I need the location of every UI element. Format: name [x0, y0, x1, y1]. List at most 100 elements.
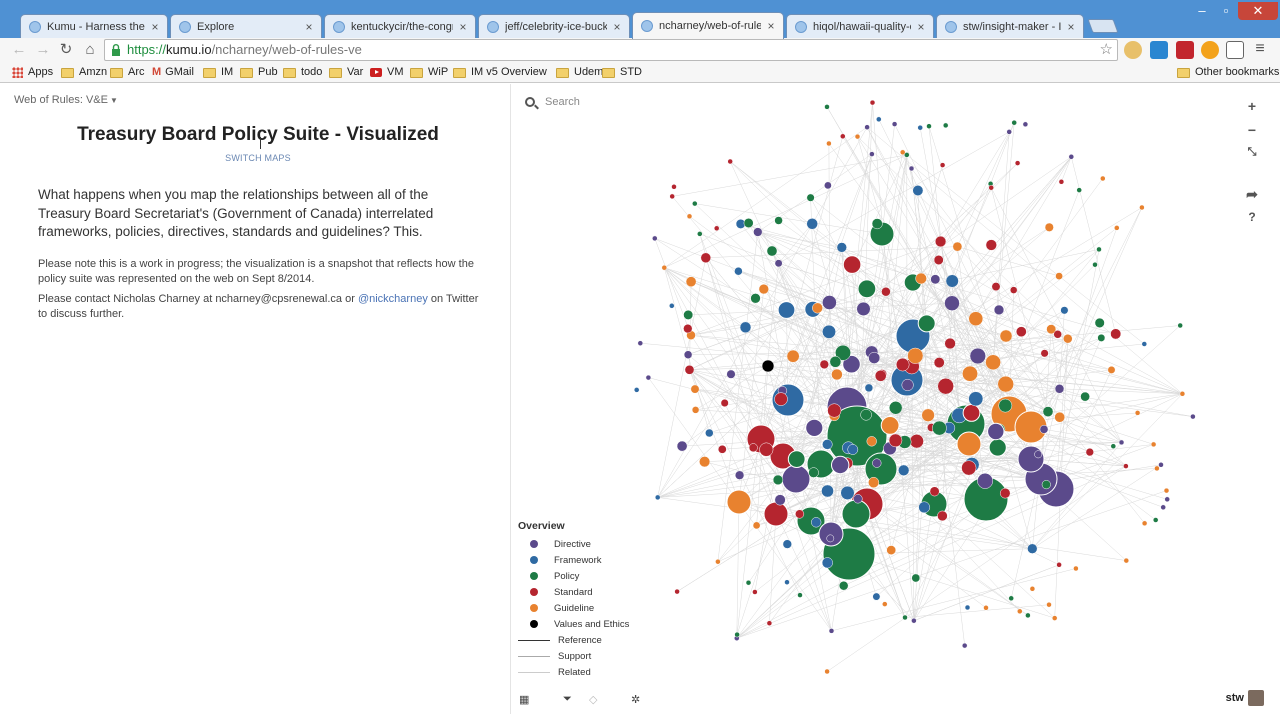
network-node[interactable]: [700, 252, 712, 264]
network-node[interactable]: [932, 420, 947, 436]
network-node[interactable]: [828, 628, 835, 634]
network-node[interactable]: [772, 474, 784, 486]
network-node[interactable]: [934, 235, 947, 248]
browser-tab[interactable]: jeff/celebrity-ice-bucket- ×: [478, 14, 630, 38]
network-node[interactable]: [911, 617, 917, 624]
network-node[interactable]: [1190, 413, 1196, 420]
network-node[interactable]: [860, 409, 872, 421]
network-node[interactable]: [985, 354, 1001, 371]
close-window-icon[interactable]: ✕: [1238, 2, 1278, 20]
network-node[interactable]: [797, 592, 803, 598]
network-node[interactable]: [1060, 306, 1069, 315]
close-tab-icon[interactable]: ×: [765, 19, 777, 33]
network-node[interactable]: [988, 184, 994, 191]
network-node[interactable]: [822, 295, 837, 310]
new-tab-button[interactable]: [1087, 19, 1119, 33]
extension-icon[interactable]: [1201, 41, 1219, 59]
network-node[interactable]: [1177, 322, 1183, 329]
network-node[interactable]: [1096, 246, 1102, 253]
network-node[interactable]: [1058, 179, 1065, 185]
network-node[interactable]: [864, 383, 874, 393]
network-node[interactable]: [841, 499, 871, 529]
filter-icon[interactable]: ⏷: [563, 693, 572, 706]
network-node[interactable]: [929, 486, 940, 497]
network-node[interactable]: [968, 311, 984, 327]
network-node[interactable]: [917, 314, 936, 333]
network-node[interactable]: [637, 340, 644, 346]
network-node[interactable]: [674, 588, 680, 595]
network-node[interactable]: [1094, 317, 1105, 328]
network-node[interactable]: [699, 456, 711, 468]
bookmark-star-icon[interactable]: ☆: [1100, 40, 1113, 60]
bookmark-item[interactable]: IM: [203, 65, 233, 80]
network-node[interactable]: [1017, 445, 1045, 473]
network-node[interactable]: [774, 216, 783, 225]
network-node[interactable]: [690, 384, 700, 394]
network-node[interactable]: [1110, 328, 1122, 340]
network-node[interactable]: [812, 302, 823, 314]
network-node[interactable]: [1054, 384, 1065, 394]
maximize-icon[interactable]: ▫: [1214, 2, 1238, 20]
network-node[interactable]: [842, 255, 862, 274]
cluster-icon[interactable]: ✲: [631, 693, 640, 706]
network-node[interactable]: [1114, 225, 1120, 231]
bookmark-item[interactable]: VM: [370, 65, 404, 80]
network-node[interactable]: [824, 104, 830, 110]
network-node[interactable]: [962, 404, 981, 422]
network-node[interactable]: [901, 378, 914, 392]
network-node[interactable]: [926, 123, 932, 129]
network-node[interactable]: [806, 218, 818, 230]
twitter-link[interactable]: @nickcharney: [358, 293, 428, 305]
network-node[interactable]: [869, 151, 875, 157]
network-node[interactable]: [705, 428, 714, 438]
network-node[interactable]: [824, 181, 832, 190]
close-tab-icon[interactable]: ×: [1065, 20, 1077, 34]
network-node[interactable]: [869, 99, 876, 106]
minimize-icon[interactable]: –: [1190, 2, 1214, 20]
network-node[interactable]: [1039, 424, 1049, 434]
network-node[interactable]: [921, 408, 935, 422]
close-tab-icon[interactable]: ×: [149, 20, 161, 34]
forward-arrow-icon[interactable]: →: [32, 39, 54, 61]
network-node[interactable]: [991, 282, 1001, 292]
network-node[interactable]: [918, 501, 931, 514]
fit-icon[interactable]: ⤡: [1244, 146, 1260, 159]
network-node[interactable]: [726, 369, 736, 379]
network-node[interactable]: [739, 321, 752, 334]
bookmark-item[interactable]: todo: [283, 65, 322, 80]
network-node[interactable]: [1041, 480, 1051, 490]
network-node[interactable]: [726, 489, 752, 515]
network-node[interactable]: [1006, 129, 1012, 135]
network-node[interactable]: [1150, 441, 1157, 448]
network-node[interactable]: [857, 279, 877, 299]
network-node[interactable]: [1158, 462, 1164, 468]
network-node[interactable]: [1152, 517, 1159, 523]
network-node[interactable]: [1118, 439, 1125, 446]
home-icon[interactable]: ⌂: [79, 39, 101, 61]
network-node[interactable]: [766, 245, 778, 257]
network-node[interactable]: [983, 605, 989, 611]
network-node[interactable]: [899, 149, 906, 156]
network-node[interactable]: [915, 272, 927, 285]
network-node[interactable]: [748, 443, 758, 453]
network-node[interactable]: [1056, 562, 1062, 568]
network-node[interactable]: [1017, 608, 1023, 615]
network-node[interactable]: [1092, 261, 1098, 268]
network-node[interactable]: [917, 124, 923, 131]
network-node[interactable]: [999, 329, 1013, 343]
network-node[interactable]: [1034, 450, 1043, 459]
share-icon[interactable]: ➦: [1244, 186, 1260, 203]
network-node[interactable]: [987, 422, 1005, 441]
network-node[interactable]: [661, 264, 668, 271]
network-node[interactable]: [872, 592, 881, 601]
bookmark-item[interactable]: Apps: [12, 65, 53, 80]
network-node[interactable]: [734, 266, 743, 276]
network-node[interactable]: [821, 484, 834, 498]
network-node[interactable]: [847, 444, 859, 455]
network-node[interactable]: [1076, 187, 1082, 193]
network-node[interactable]: [1014, 160, 1021, 166]
network-node[interactable]: [872, 458, 882, 468]
network-node[interactable]: [907, 347, 924, 364]
network-node[interactable]: [806, 193, 815, 202]
network-node[interactable]: [826, 534, 835, 543]
